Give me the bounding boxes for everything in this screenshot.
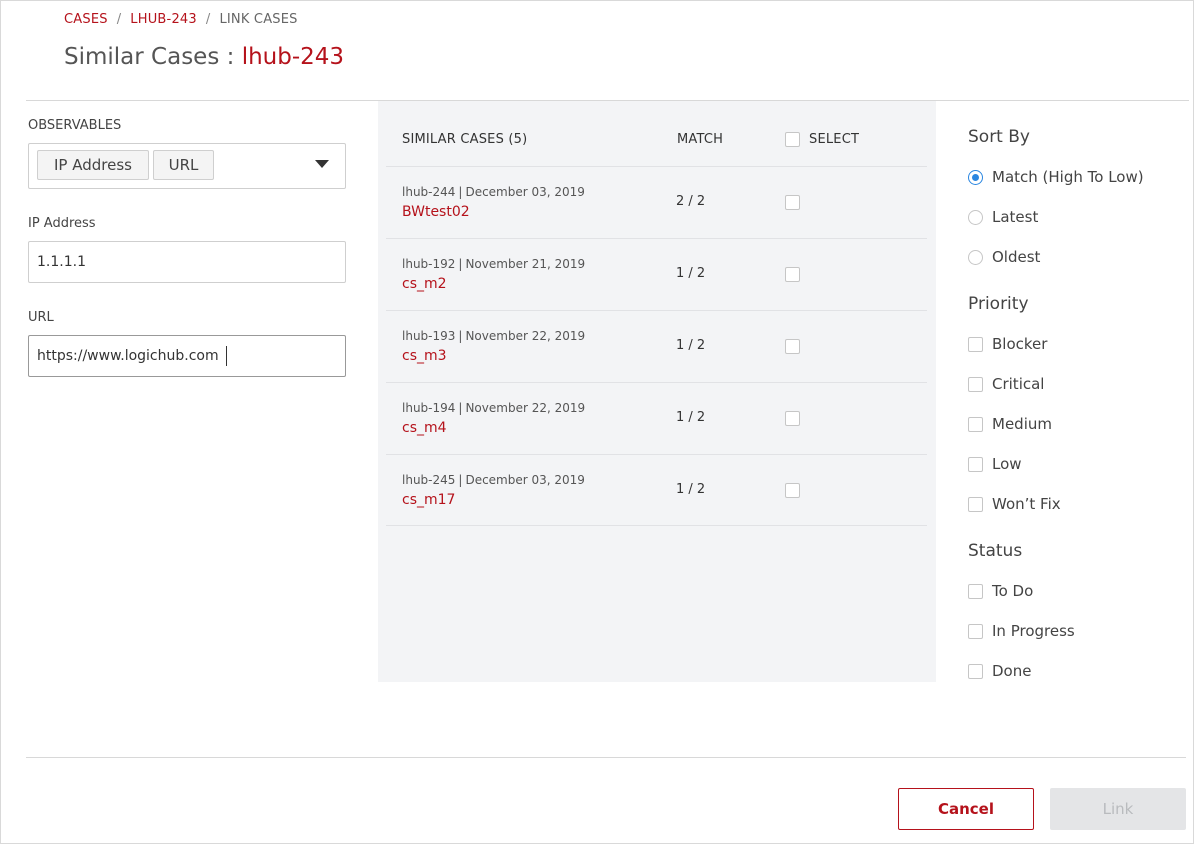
row-select-checkbox[interactable] [785,483,800,498]
sort-option-label: Latest [992,208,1039,226]
column-header-select: SELECT [809,132,860,147]
radio-selected-icon[interactable] [968,169,983,185]
sort-option-oldest[interactable]: Oldest [968,247,1040,267]
breadcrumb-cases-link[interactable]: CASES [64,12,108,27]
page-title-case-id: lhub-243 [241,44,345,70]
footer-divider [26,757,1186,758]
priority-option-label: Medium [992,415,1052,433]
priority-option-low[interactable]: Low [968,454,1022,474]
table-row: lhub-193 | November 22, 2019 cs_m3 1 / 2 [386,310,927,382]
row-select-checkbox[interactable] [785,195,800,210]
row-select-checkbox[interactable] [785,339,800,354]
case-match: 2 / 2 [676,194,706,209]
case-name-link[interactable]: BWtest02 [402,204,470,220]
checkbox-icon[interactable] [968,623,983,639]
sort-option-latest[interactable]: Latest [968,207,1038,227]
case-date: December 03, 2019 [465,185,585,199]
priority-option-label: Won’t Fix [992,495,1061,513]
priority-option-wont-fix[interactable]: Won’t Fix [968,494,1061,514]
case-name-link[interactable]: cs_m2 [402,276,447,292]
breadcrumb-separator: / [205,12,211,27]
case-meta: lhub-194 | November 22, 2019 [402,401,586,415]
status-option-done[interactable]: Done [968,661,1031,681]
sort-option-match[interactable]: Match (High To Low) [968,167,1144,187]
sort-option-label: Oldest [992,248,1041,266]
case-match: 1 / 2 [676,410,706,425]
table-row: lhub-194 | November 22, 2019 cs_m4 1 / 2 [386,382,927,454]
ip-address-input[interactable] [28,241,346,283]
text-cursor [226,346,227,366]
case-name-link[interactable]: cs_m17 [402,492,455,508]
radio-icon[interactable] [968,209,983,225]
observables-multiselect[interactable]: IP Address URL [28,143,346,189]
observable-chip-ip[interactable]: IP Address [37,150,149,180]
checkbox-icon[interactable] [968,376,983,392]
link-button[interactable]: Link [1050,788,1186,830]
status-option-in-progress[interactable]: In Progress [968,621,1075,641]
case-name-link[interactable]: cs_m3 [402,348,447,364]
case-id: lhub-244 [402,185,456,199]
priority-option-label: Critical [992,375,1045,393]
column-header-similar-cases: SIMILAR CASES (5) [402,132,528,147]
case-match: 1 / 2 [676,338,706,353]
observables-label: OBSERVABLES [28,118,122,133]
status-option-todo[interactable]: To Do [968,581,1033,601]
case-match: 1 / 2 [676,482,706,497]
status-option-label: To Do [992,582,1034,600]
case-meta: lhub-244 | December 03, 2019 [402,185,585,199]
sort-by-title: Sort By [968,127,1030,147]
priority-title: Priority [968,294,1029,314]
cancel-button[interactable]: Cancel [898,788,1034,830]
case-date: December 03, 2019 [465,473,585,487]
case-meta: lhub-245 | December 03, 2019 [402,473,585,487]
breadcrumb: CASES / LHUB-243 / LINK CASES [64,12,298,27]
case-name-link[interactable]: cs_m4 [402,420,447,436]
checkbox-icon[interactable] [968,456,983,472]
case-date: November 22, 2019 [465,329,586,343]
row-select-checkbox[interactable] [785,411,800,426]
checkbox-icon[interactable] [968,416,983,432]
priority-option-medium[interactable]: Medium [968,414,1052,434]
similar-cases-panel: SIMILAR CASES (5) MATCH SELECT lhub-244 |… [378,101,936,682]
page-title: Similar Cases : lhub-243 [64,44,344,70]
case-id: lhub-245 [402,473,456,487]
breadcrumb-separator: / [116,12,122,27]
case-id: lhub-193 [402,329,456,343]
row-select-checkbox[interactable] [785,267,800,282]
checkbox-icon[interactable] [968,496,983,512]
case-date: November 22, 2019 [465,401,586,415]
dropdown-caret-icon[interactable] [315,160,329,168]
checkbox-icon[interactable] [968,336,983,352]
case-date: November 21, 2019 [465,257,586,271]
sort-option-label: Match (High To Low) [992,168,1144,186]
priority-option-blocker[interactable]: Blocker [968,334,1047,354]
observable-chip-url[interactable]: URL [153,150,214,180]
ip-address-label: IP Address [28,216,96,231]
checkbox-icon[interactable] [968,663,983,679]
priority-option-label: Low [992,455,1022,473]
case-meta: lhub-193 | November 22, 2019 [402,329,586,343]
case-id: lhub-192 [402,257,456,271]
priority-option-label: Blocker [992,335,1048,353]
select-all-checkbox[interactable] [785,132,800,147]
breadcrumb-case-link[interactable]: LHUB-243 [130,12,197,27]
case-meta: lhub-192 | November 21, 2019 [402,257,586,271]
breadcrumb-current: LINK CASES [219,12,298,27]
table-row: lhub-192 | November 21, 2019 cs_m2 1 / 2 [386,238,927,310]
status-title: Status [968,541,1023,561]
status-option-label: Done [992,662,1032,680]
table-row: lhub-244 | December 03, 2019 BWtest02 2 / … [386,166,927,238]
column-header-match: MATCH [677,132,724,147]
url-input[interactable] [28,335,346,377]
table-row: lhub-245 | December 03, 2019 cs_m17 1 / 2 [386,454,927,526]
radio-icon[interactable] [968,249,983,265]
case-match: 1 / 2 [676,266,706,281]
case-id: lhub-194 [402,401,456,415]
checkbox-icon[interactable] [968,583,983,599]
status-option-label: In Progress [992,622,1075,640]
url-label: URL [28,310,54,325]
page-title-prefix: Similar Cases : [64,44,235,70]
priority-option-critical[interactable]: Critical [968,374,1044,394]
